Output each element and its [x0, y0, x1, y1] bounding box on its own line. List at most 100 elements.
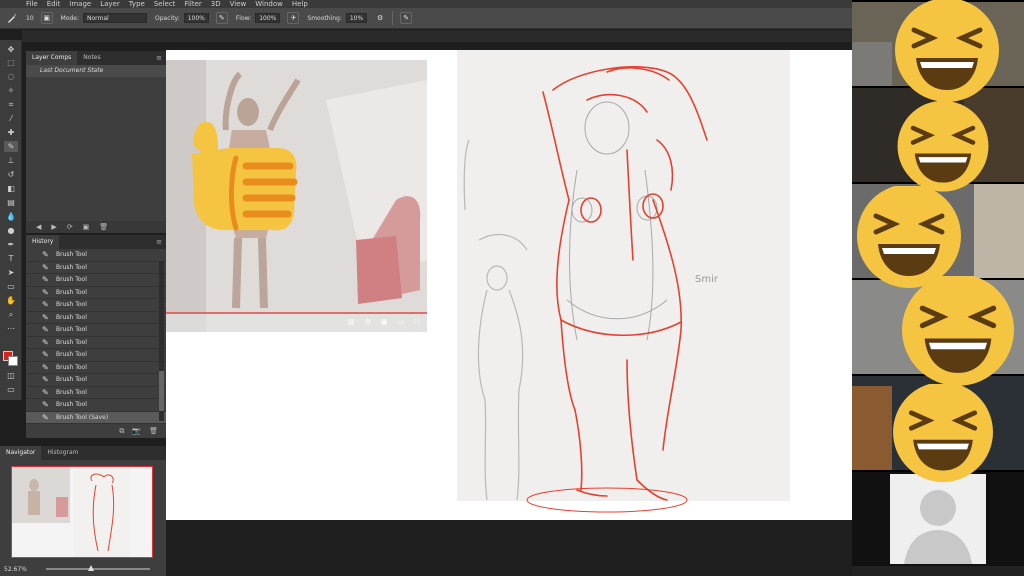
history-state-row[interactable]: ✎ Brush Tool [26, 287, 166, 299]
history-state-row[interactable]: ✎ Brush Tool [26, 249, 166, 262]
brush-preset-icon[interactable] [6, 12, 18, 24]
history-state-row[interactable]: ✎ Brush Tool [26, 274, 166, 287]
eyedropper-tool-icon[interactable]: ⁄ [4, 113, 18, 124]
layer-comp-item[interactable]: Last Document State [26, 65, 166, 77]
captions-icon[interactable]: ▤ [348, 318, 355, 327]
flow-input[interactable]: 100% [255, 13, 281, 23]
quick-select-tool-icon[interactable]: ✧ [4, 85, 18, 96]
history-state-label: Brush Tool [56, 401, 87, 409]
navigator-tabs: Navigator Histogram [0, 446, 166, 460]
gear-icon[interactable]: ⚙ [374, 12, 386, 24]
history-state-label: Brush Tool [56, 363, 87, 371]
tab-navigator[interactable]: Navigator [0, 446, 42, 460]
brush-panel-icon[interactable]: ▣ [40, 12, 53, 24]
screen-mode-icon[interactable]: ▭ [4, 384, 18, 395]
menu-window[interactable]: Window [255, 0, 283, 8]
lasso-tool-icon[interactable]: ◌ [4, 71, 18, 82]
airbrush-icon[interactable]: ✈ [287, 12, 300, 24]
menu-select[interactable]: Select [154, 0, 176, 8]
history-state-row[interactable]: ✎ Brush Tool [26, 349, 166, 362]
stamp-tool-icon[interactable]: ⊥ [4, 155, 18, 166]
history-menu-icon[interactable]: ≡ [156, 238, 162, 246]
brush-icon: ✎ [42, 275, 49, 284]
type-tool-icon[interactable]: T [4, 253, 18, 264]
pressure-opacity-icon[interactable]: ✎ [215, 12, 228, 24]
settings-icon[interactable]: ⚙ [365, 318, 371, 327]
hand-tool-icon[interactable]: ✋ [4, 295, 18, 306]
layer-comps-footer: ◀ ▶ ⟳ ▣ 🗑 [26, 221, 166, 233]
menu-view[interactable]: View [230, 0, 247, 8]
video-progress[interactable] [166, 312, 427, 314]
delete-state-icon[interactable]: 🗑 [149, 427, 158, 436]
opacity-input[interactable]: 100% [183, 13, 209, 23]
history-state-row[interactable]: ✎ Brush Tool [26, 387, 166, 399]
blur-tool-icon[interactable]: 💧 [4, 211, 18, 222]
history-state-row[interactable]: ✎ Brush Tool [26, 262, 166, 274]
pencil-underdrawing [566, 101, 668, 341]
update-comp-icon[interactable]: ⟳ [67, 223, 73, 231]
history-state-row[interactable]: ✎ Brush Tool [26, 312, 166, 324]
history-scrollbar[interactable] [159, 261, 164, 421]
smoothing-input[interactable]: 10% [345, 13, 368, 23]
healing-tool-icon[interactable]: ✚ [4, 127, 18, 138]
zoom-slider[interactable] [46, 565, 150, 571]
pressure-size-icon[interactable]: ✎ [400, 12, 413, 24]
menu-image[interactable]: Image [69, 0, 91, 8]
background-color-swatch[interactable] [8, 356, 18, 366]
history-state-row[interactable]: ✎ Brush Tool [26, 337, 166, 349]
history-state-label: Brush Tool [56, 263, 87, 271]
history-state-row[interactable]: ✎ Brush Tool [26, 299, 166, 312]
history-state-row[interactable]: ✎ Brush Tool [26, 374, 166, 387]
menu-edit[interactable]: Edit [47, 0, 61, 8]
history-state-row[interactable]: ✎ Brush Tool [26, 324, 166, 337]
menu-help[interactable]: Help [292, 0, 308, 8]
menu-type[interactable]: Type [129, 0, 145, 8]
snapshot-icon[interactable]: 📷 [132, 427, 141, 436]
gradient-tool-icon[interactable]: ▤ [4, 197, 18, 208]
marquee-tool-icon[interactable]: ⬚ [4, 57, 18, 68]
zoom-slider-handle[interactable] [88, 565, 94, 571]
dodge-tool-icon[interactable]: ● [4, 225, 18, 236]
mode-label: Mode: [60, 14, 80, 22]
brush-icon: ✎ [42, 375, 49, 384]
history-brush-icon[interactable]: ↺ [4, 169, 18, 180]
more-tools-icon[interactable]: ⋯ [4, 323, 18, 334]
menu-layer[interactable]: Layer [100, 0, 120, 8]
zoom-tool-icon[interactable]: ⌕ [4, 309, 18, 320]
crop-tool-icon[interactable]: ⌗ [4, 99, 18, 110]
mode-select[interactable]: Normal [83, 13, 148, 23]
tab-history[interactable]: History [26, 235, 60, 249]
panel-menu-icon[interactable]: ≡ [156, 54, 162, 62]
fullscreen-icon[interactable]: ⛶ [414, 318, 419, 327]
eraser-tool-icon[interactable]: ◧ [4, 183, 18, 194]
new-comp-icon[interactable]: ▣ [83, 223, 90, 231]
red-gesture-lines [526, 66, 708, 513]
move-tool-icon[interactable]: ✥ [4, 44, 18, 55]
brush-tool-icon[interactable]: ✎ [4, 141, 18, 152]
history-state-row[interactable]: ✎ Brush Tool [26, 399, 166, 412]
path-select-icon[interactable]: ➤ [4, 267, 18, 278]
document-tab-strip [22, 30, 852, 42]
tab-notes[interactable]: Notes [77, 51, 106, 65]
history-scrollbar-thumb[interactable] [159, 371, 164, 411]
history-state-row[interactable]: ✎ Brush Tool [26, 362, 166, 374]
miniplayer-icon[interactable]: ▣ [381, 318, 388, 327]
new-document-from-state-icon[interactable]: ⧉ [119, 427, 124, 436]
delete-comp-icon[interactable]: 🗑 [99, 223, 108, 231]
tab-histogram[interactable]: Histogram [41, 446, 84, 460]
next-comp-icon[interactable]: ▶ [51, 223, 56, 231]
menu-3d[interactable]: 3D [211, 0, 221, 8]
quick-mask-icon[interactable]: ◫ [4, 370, 18, 381]
rectangle-tool-icon[interactable]: ▭ [4, 281, 18, 292]
brush-icon: ✎ [42, 287, 49, 297]
navigator-preview[interactable] [11, 466, 153, 558]
brush-size-value[interactable]: 10 [26, 15, 34, 22]
theater-icon[interactable]: ▭ [397, 318, 404, 327]
zoom-level[interactable]: 52.67% [4, 566, 27, 573]
tab-layer-comps[interactable]: Layer Comps [26, 51, 78, 65]
pen-tool-icon[interactable]: ✒ [4, 239, 18, 250]
history-state-row[interactable]: ✎ Brush Tool (Save) [26, 411, 166, 424]
previous-comp-icon[interactable]: ◀ [36, 223, 41, 231]
menu-file[interactable]: File [26, 0, 38, 8]
menu-filter[interactable]: Filter [184, 0, 201, 8]
